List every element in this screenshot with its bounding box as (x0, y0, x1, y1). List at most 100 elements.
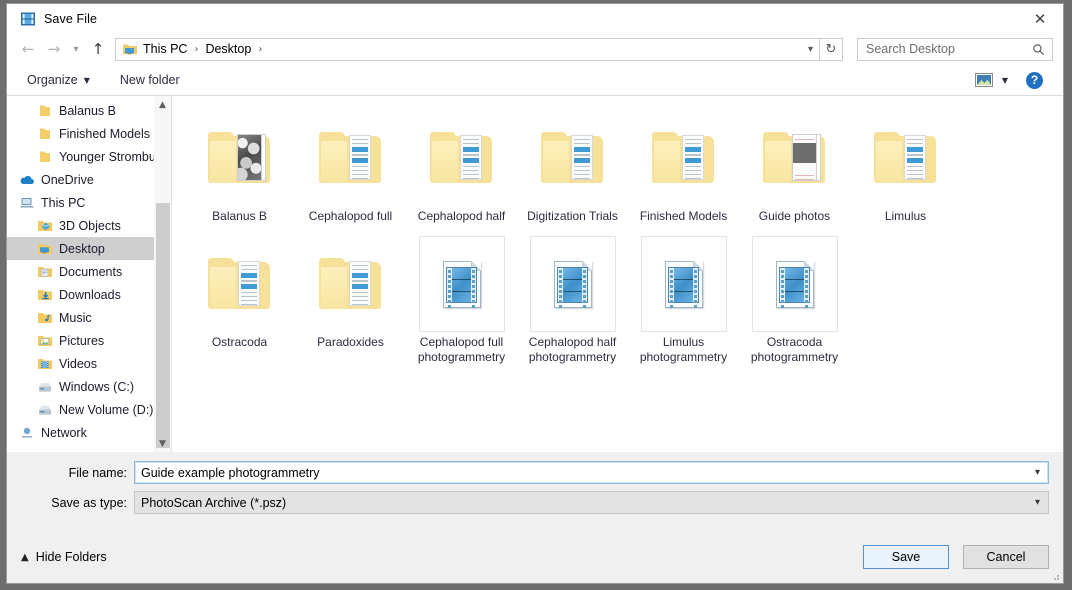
sidebar-item-desktop[interactable]: Desktop (7, 237, 171, 260)
folder-item[interactable]: Cephalopod full (295, 104, 406, 224)
file-item[interactable]: Cephalopod half photogrammetry (517, 230, 628, 365)
sidebar-item-3d-objects[interactable]: 3D Objects (7, 214, 171, 237)
sidebar-item-label: Music (59, 310, 92, 325)
folder-item[interactable]: Finished Models (628, 104, 739, 224)
file-icon-container (752, 110, 838, 206)
photoscan-archive-icon (553, 260, 592, 308)
sidebar-item-windows-c[interactable]: Windows (C:) (7, 375, 171, 398)
sidebar-item-downloads[interactable]: Downloads (7, 283, 171, 306)
file-item[interactable]: Limulus photogrammetry (628, 230, 739, 365)
hide-folders-label: Hide Folders (35, 550, 107, 564)
cancel-button[interactable]: Cancel (963, 545, 1049, 569)
folder-item[interactable]: Paradoxides (295, 230, 406, 365)
sidebar-item-label: OneDrive (41, 172, 94, 187)
sidebar-item-label: Pictures (59, 333, 105, 348)
arrow-left-icon[interactable]: ← (15, 36, 41, 62)
file-item-label: Cephalopod full photogrammetry (417, 335, 506, 364)
view-mode-icon (974, 73, 993, 87)
arrow-up-icon[interactable]: ↑ (85, 36, 111, 62)
view-mode-button[interactable]: ▼ (974, 73, 1008, 87)
file-icon-container (308, 236, 394, 332)
close-icon[interactable]: ✕ (1017, 4, 1063, 33)
recent-locations-chevron-down-icon[interactable]: ▾ (67, 36, 85, 62)
save-as-type-select[interactable]: PhotoScan Archive (*.psz) ▾ (134, 491, 1049, 514)
new-folder-button[interactable]: New folder (120, 73, 180, 87)
resize-grip-icon[interactable] (1050, 571, 1060, 581)
file-item[interactable]: Ostracoda photogrammetry (739, 230, 850, 365)
scroll-down-chevron-icon[interactable]: ▼ (154, 435, 171, 452)
drive-icon (37, 379, 53, 395)
breadcrumb-desktop[interactable]: Desktop (204, 42, 252, 56)
search-box[interactable] (857, 37, 1053, 61)
breadcrumb-separator-end-icon[interactable]: › (252, 44, 268, 55)
photoscan-archive-icon (775, 260, 814, 308)
refresh-icon[interactable]: ↻ (820, 37, 843, 61)
sidebar-item-label: Finished Models (59, 126, 151, 141)
sidebar-item-pictures[interactable]: Pictures (7, 329, 171, 352)
navigation-sidebar: Balanus B Finished Models Younger Strombu O… (7, 96, 172, 452)
address-bar[interactable]: This PC › Desktop › ▾ (115, 37, 820, 61)
save-as-type-row: Save as type: PhotoScan Archive (*.psz) … (7, 491, 1063, 514)
file-item-label: Balanus B (212, 209, 267, 223)
file-icon-container (640, 236, 727, 332)
arrow-right-icon[interactable]: → (41, 36, 67, 62)
sidebar-item-music[interactable]: Music (7, 306, 171, 329)
view-caret-down-icon[interactable]: ▼ (1002, 76, 1008, 85)
sidebar-item-new-volume-d[interactable]: New Volume (D:) (7, 398, 171, 421)
sidebar-item-label: Younger Strombu (59, 149, 156, 164)
sidebar-item-onedrive[interactable]: OneDrive (7, 168, 171, 191)
folder-icon (540, 132, 605, 184)
file-item[interactable]: Cephalopod full photogrammetry (406, 230, 517, 365)
help-icon[interactable]: ? (1026, 71, 1043, 89)
save-file-dialog: Save File ✕ ← → ▾ ↑ This PC › Desktop › … (6, 3, 1064, 584)
drive-icon (37, 402, 53, 418)
folder-item[interactable]: Limulus (850, 104, 961, 224)
dialog-body: Balanus B Finished Models Younger Strombu O… (7, 96, 1063, 452)
file-name-field[interactable]: Guide example photogrammetry ▾ (134, 461, 1049, 484)
organize-button[interactable]: Organize ▼ (27, 73, 90, 87)
sidebar-item-videos[interactable]: Videos (7, 352, 171, 375)
sidebar-item-finished-models[interactable]: Finished Models (7, 122, 171, 145)
file-icon-container (529, 236, 616, 332)
save-button[interactable]: Save (863, 545, 949, 569)
sidebar-item-this-pc[interactable]: This PC (7, 191, 171, 214)
folder-icon (873, 132, 938, 184)
chevron-up-icon: ▲ (21, 551, 29, 563)
save-as-type-chevron-down-icon[interactable]: ▾ (1035, 497, 1040, 508)
help-label: ? (1030, 73, 1039, 87)
sidebar-item-label: Balanus B (59, 103, 116, 118)
file-item-label: Cephalopod full (308, 209, 393, 223)
folder-tree: Balanus B Finished Models Younger Strombu O… (7, 96, 171, 444)
scrollbar-thumb[interactable] (156, 203, 170, 448)
breadcrumb-separator-icon: › (194, 43, 199, 55)
organize-label: Organize (27, 73, 78, 87)
pictures-icon (37, 333, 53, 349)
sidebar-scrollbar[interactable]: ▲ ▼ (154, 96, 171, 452)
address-chevron-down-icon[interactable]: ▾ (808, 44, 813, 55)
folder-item[interactable]: Cephalopod half (406, 104, 517, 224)
folder-item[interactable]: Guide photos (739, 104, 850, 224)
folder-item[interactable]: Digitization Trials (517, 104, 628, 224)
file-grid: Balanus B Cephalopod full Cephalopod half D… (184, 104, 1063, 371)
file-icon-container (197, 110, 283, 206)
folder-item[interactable]: Ostracoda (184, 230, 295, 365)
folder-icon (429, 132, 494, 184)
file-list-pane[interactable]: Balanus B Cephalopod full Cephalopod half D… (172, 96, 1063, 452)
sidebar-item-documents[interactable]: Documents (7, 260, 171, 283)
3d-objects-icon (37, 218, 53, 234)
scroll-up-chevron-icon[interactable]: ▲ (154, 96, 171, 113)
hide-folders-button[interactable]: ▲ Hide Folders (21, 550, 107, 564)
onedrive-icon (19, 172, 35, 188)
search-input[interactable] (858, 38, 1052, 60)
sidebar-item-younger-strombu[interactable]: Younger Strombu (7, 145, 171, 168)
save-as-type-value: PhotoScan Archive (*.psz) (141, 495, 287, 510)
file-item-label: Finished Models (639, 209, 728, 223)
sidebar-item-balanus-b[interactable]: Balanus B (7, 99, 171, 122)
downloads-icon (37, 287, 53, 303)
folder-item[interactable]: Balanus B (184, 104, 295, 224)
sidebar-item-network[interactable]: Network (7, 421, 171, 444)
file-item-label: Digitization Trials (527, 209, 618, 223)
file-name-chevron-down-icon[interactable]: ▾ (1035, 467, 1040, 478)
file-item-label: Ostracoda (211, 335, 268, 349)
breadcrumb-this-pc[interactable]: This PC (142, 42, 188, 56)
